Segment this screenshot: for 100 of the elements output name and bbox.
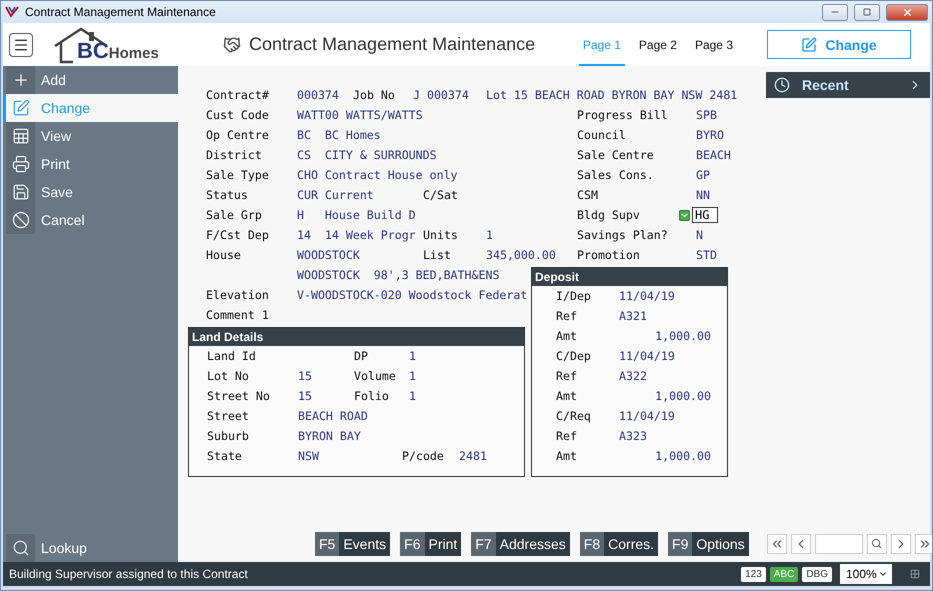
field-label: Promotion	[577, 248, 640, 262]
field-label: Amt	[556, 389, 578, 403]
function-key-button[interactable]: F7 Addresses	[471, 532, 570, 556]
cancel-icon	[12, 211, 30, 229]
lookup-button[interactable]: Lookup	[3, 534, 178, 562]
field-value: NN	[696, 188, 710, 202]
field-value: 1,000.00	[654, 389, 711, 403]
app-icon	[5, 6, 19, 18]
sidebar-item[interactable]: Save	[3, 178, 178, 206]
first-page-button[interactable]	[766, 534, 787, 554]
field-label: Sale Type	[206, 168, 269, 182]
field-label: P/code	[402, 449, 445, 463]
field-label: Council	[577, 128, 626, 142]
grid-icon[interactable]	[910, 569, 920, 579]
field-value: WOODSTOCK 98',3 BED,BATH&ENS	[297, 268, 500, 282]
field-label: Sale Grp	[206, 208, 262, 222]
page-input[interactable]	[814, 534, 863, 554]
page-tab[interactable]: Page 3	[690, 23, 737, 66]
field-value: 15	[298, 389, 313, 403]
field-value: 1	[409, 389, 416, 403]
window-title: Contract Management Maintenance	[25, 5, 217, 19]
field-value: Lot 15 BEACH ROAD BYRON BAY NSW 2481	[486, 88, 738, 102]
field-label: Cust Code	[206, 108, 269, 122]
field-label: I/Dep	[556, 289, 592, 303]
field-label: Suburb	[207, 429, 250, 443]
save-icon	[12, 183, 30, 201]
mode-toggle[interactable]: 123	[741, 566, 766, 582]
clock-icon	[774, 77, 790, 93]
field-value: CHO Contract House only	[297, 168, 458, 182]
company-logo: BCHomes	[51, 26, 191, 64]
field-label: Lot No	[207, 369, 250, 383]
close-icon	[902, 6, 912, 18]
field-value: 15	[298, 369, 313, 383]
search-icon	[12, 539, 30, 557]
field-label: F/Cst Dep	[206, 228, 269, 242]
field-value: GP	[696, 168, 710, 182]
field-value: 345,000.00	[486, 248, 556, 262]
last-page-button[interactable]	[914, 534, 932, 554]
dropdown-icon[interactable]	[679, 210, 690, 220]
field-value: 1	[409, 369, 416, 383]
field-label: Amt	[556, 449, 578, 463]
field-label: Bldg Supv	[577, 208, 640, 222]
sidebar-item[interactable]: View	[3, 122, 178, 150]
menu-icon	[13, 36, 29, 52]
function-key-button[interactable]: F5 Events	[315, 532, 390, 556]
menu-button[interactable]	[9, 32, 33, 56]
field-value: BEACH	[696, 148, 731, 162]
field-label: List	[423, 248, 451, 262]
field-label: Ref	[556, 429, 578, 443]
field-value: BYRO	[696, 128, 724, 142]
field-value: 1,000.00	[654, 329, 711, 343]
field-label: Sales Cons.	[577, 168, 654, 182]
field-value: 000374	[297, 88, 340, 102]
input-field[interactable]: HG	[692, 207, 718, 223]
mode-toggle[interactable]: DBG	[802, 566, 832, 582]
field-value: SPB	[696, 108, 717, 122]
field-label: DP	[354, 349, 369, 363]
field-value: CS CITY & SURROUNDS	[297, 148, 437, 162]
field-value: V-WOODSTOCK-020 Woodstock Federat	[297, 288, 528, 302]
field-label: Volume	[354, 369, 397, 383]
field-label: Op Centre	[206, 128, 269, 142]
field-value: A323	[619, 429, 647, 443]
field-value: WOODSTOCK	[297, 248, 360, 262]
field-value: 11/04/19	[619, 289, 675, 303]
field-value: 1	[409, 349, 416, 363]
close-button[interactable]	[886, 4, 928, 20]
field-value: A321	[619, 309, 647, 323]
edit-icon	[801, 36, 818, 52]
minimize-button[interactable]	[822, 4, 848, 20]
field-value: H House Build D	[297, 208, 416, 222]
recent-button[interactable]: Recent	[766, 72, 930, 98]
page-tab[interactable]: Page 2	[634, 23, 681, 66]
field-label: Status	[206, 188, 248, 202]
field-label: Comment 1	[206, 308, 270, 322]
panel-title: Deposit	[532, 268, 727, 286]
search-button[interactable]	[866, 534, 887, 554]
field-label: Savings Plan?	[577, 228, 668, 242]
field-label: House	[206, 248, 241, 262]
function-key-button[interactable]: F8 Corres.	[580, 532, 658, 556]
function-key-button[interactable]: F9 Options	[668, 532, 749, 556]
field-value: 1,000.00	[654, 449, 711, 463]
sidebar-item[interactable]: Add	[3, 66, 178, 94]
maximize-button[interactable]	[854, 4, 880, 20]
maximize-icon	[863, 8, 871, 16]
field-value: 14 14 Week Progr	[297, 228, 416, 242]
field-value: 11/04/19	[619, 349, 675, 363]
previous-page-button[interactable]	[790, 534, 811, 554]
handshake-icon	[223, 36, 241, 54]
sidebar-item[interactable]: Print	[3, 150, 178, 178]
field-value: 2481	[459, 449, 487, 463]
page-title: Contract Management Maintenance	[249, 34, 536, 55]
zoom-dropdown[interactable]: 100%	[840, 564, 892, 584]
field-value: BC BC Homes	[297, 128, 381, 142]
field-label: District	[206, 148, 262, 162]
sidebar-item[interactable]: Cancel	[3, 206, 178, 234]
function-key-button[interactable]: F6 Print	[400, 532, 462, 556]
printer-icon	[12, 155, 30, 173]
field-label: Units	[423, 228, 458, 242]
search-icon	[871, 538, 882, 549]
field-value: N	[696, 228, 703, 242]
